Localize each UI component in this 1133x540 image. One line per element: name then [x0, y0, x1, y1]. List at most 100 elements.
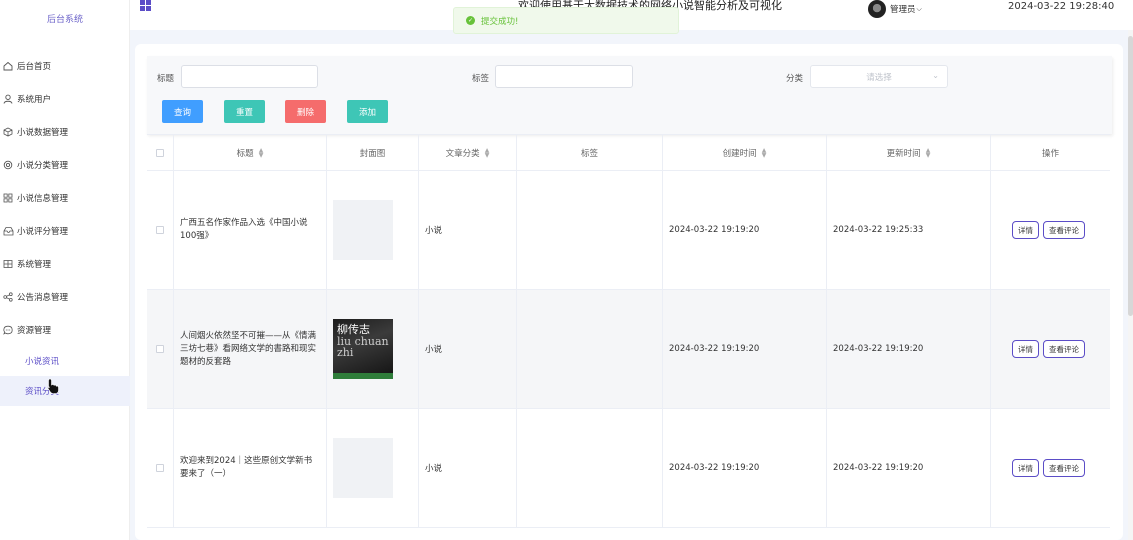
- sidebar-subitem-label: 小说资讯: [25, 357, 60, 367]
- user-name: 管理员: [890, 5, 916, 15]
- sidebar-item-label: 系统管理: [17, 259, 52, 270]
- sidebar-subitem-news-category[interactable]: 资讯分类: [0, 376, 130, 406]
- sidebar-item-system[interactable]: 系统管理: [0, 247, 130, 280]
- sidebar-item-label: 后台首页: [17, 61, 52, 72]
- column-header-title[interactable]: 标题 ▲ ▼: [174, 135, 327, 170]
- sort-icon[interactable]: ▲ ▼: [259, 147, 264, 158]
- sidebar-item-novel-info[interactable]: 小说信息管理: [0, 181, 130, 214]
- row-checkbox[interactable]: [156, 464, 164, 472]
- category-select-placeholder: 请选择: [866, 72, 892, 83]
- table-row[interactable]: 欢迎来到2024｜这些原创文学新书要来了（一） 小说 2024-03-22 19…: [147, 409, 1110, 528]
- app-root: 后台系统 后台首页 系统用户 小说数据管理 小说分类管理 小说信息管理 小说评分…: [0, 0, 1133, 540]
- cube-icon: [2, 126, 14, 138]
- page-scrollbar[interactable]: [1128, 30, 1133, 540]
- table-row[interactable]: 人间烟火依然坚不可摧——从《情满三坊七巷》看网络文学的書路和现实题材的反套路 柳…: [147, 290, 1110, 409]
- cover-image-placeholder: [333, 438, 393, 498]
- column-header-updated[interactable]: 更新时间 ▲ ▼: [827, 135, 991, 170]
- tag-filter-input[interactable]: [495, 65, 633, 88]
- cover-latin-text: liu chuan zhi: [337, 335, 389, 359]
- user-menu[interactable]: 管理员 ⌵: [868, 0, 922, 18]
- column-header-label: 更新时间: [886, 148, 921, 159]
- avatar: [868, 0, 886, 18]
- sidebar: 后台系统 后台首页 系统用户 小说数据管理 小说分类管理 小说信息管理 小说评分…: [0, 0, 130, 540]
- detail-button[interactable]: 详情: [1012, 221, 1039, 239]
- menu-toggle-icon[interactable]: [140, 0, 151, 11]
- column-header-cover: 封面图: [327, 135, 419, 170]
- sidebar-item-novel-rating[interactable]: 小说评分管理: [0, 214, 130, 247]
- row-actions: 详情 查看评论: [991, 409, 1110, 527]
- row-updated: 2024-03-22 19:19:20: [827, 409, 991, 527]
- sidebar-item-label: 小说评分管理: [17, 226, 69, 237]
- cover-image: 柳传志 liu chuan zhi: [333, 319, 393, 379]
- select-all-checkbox[interactable]: [156, 148, 164, 157]
- scrollbar-thumb[interactable]: [1128, 36, 1133, 316]
- sidebar-menu: 后台首页 系统用户 小说数据管理 小说分类管理 小说信息管理 小说评分管理 系统…: [0, 49, 130, 406]
- table-row[interactable]: 广西五名作家作品入选《中国小说100强》 小说 2024-03-22 19:19…: [147, 171, 1110, 290]
- inbox-icon: [2, 225, 14, 237]
- row-select-cell: [147, 290, 174, 408]
- view-comments-button[interactable]: 查看评论: [1043, 221, 1085, 239]
- sort-icon[interactable]: ▲ ▼: [485, 147, 490, 158]
- sidebar-item-label: 公告消息管理: [17, 292, 69, 303]
- row-created: 2024-03-22 19:19:20: [663, 171, 827, 289]
- column-header-label: 操作: [1041, 148, 1059, 159]
- row-updated: 2024-03-22 19:19:20: [827, 290, 991, 408]
- grid-table-icon: [2, 258, 14, 270]
- row-tags: [517, 171, 663, 289]
- sidebar-item-notice[interactable]: 公告消息管理: [0, 280, 130, 313]
- column-header-created[interactable]: 创建时间 ▲ ▼: [663, 135, 827, 170]
- tag-filter-label: 标签: [472, 74, 490, 84]
- apps-icon: [2, 192, 14, 204]
- sidebar-item-novel-data[interactable]: 小说数据管理: [0, 115, 130, 148]
- add-button[interactable]: 添加: [347, 100, 388, 123]
- sort-icon[interactable]: ▲ ▼: [926, 147, 931, 158]
- check-circle-icon: ✓: [466, 16, 475, 25]
- sidebar-item-novel-category[interactable]: 小说分类管理: [0, 148, 130, 181]
- toast-message: 提交成功!: [481, 16, 519, 27]
- home-icon: [2, 60, 14, 72]
- brand-title: 后台系统: [46, 15, 83, 25]
- target-icon: [2, 159, 14, 171]
- sort-icon[interactable]: ▲ ▼: [762, 147, 767, 158]
- row-title: 广西五名作家作品入选《中国小说100强》: [174, 171, 327, 289]
- column-header-category[interactable]: 文章分类 ▲ ▼: [419, 135, 517, 170]
- query-button[interactable]: 查询: [162, 100, 203, 123]
- detail-button[interactable]: 详情: [1012, 340, 1039, 358]
- row-category: 小说: [419, 409, 517, 527]
- sidebar-item-label: 小说分类管理: [17, 160, 69, 171]
- share-icon: [2, 291, 14, 303]
- row-title: 欢迎来到2024｜这些原创文学新书要来了（一）: [174, 409, 327, 527]
- reset-button[interactable]: 重置: [224, 100, 265, 123]
- column-header-label: 封面图: [359, 148, 386, 159]
- delete-button[interactable]: 删除: [285, 100, 326, 123]
- sidebar-item-users[interactable]: 系统用户: [0, 82, 130, 115]
- hand-cursor-icon: [47, 378, 59, 394]
- column-header-actions: 操作: [991, 135, 1110, 170]
- title-filter-input[interactable]: [181, 65, 318, 88]
- sidebar-subitem-novel-news[interactable]: 小说资讯: [0, 346, 130, 376]
- view-comments-button[interactable]: 查看评论: [1043, 340, 1085, 358]
- select-all-cell: [147, 135, 174, 170]
- sidebar-item-resources[interactable]: 资源管理: [0, 313, 130, 346]
- category-filter-label: 分类: [786, 74, 804, 84]
- row-select-cell: [147, 171, 174, 289]
- chat-icon: [2, 324, 14, 336]
- column-header-label: 标题: [236, 148, 254, 159]
- cover-band: [333, 373, 393, 379]
- chevron-down-icon: ⌄: [932, 71, 939, 80]
- row-updated: 2024-03-22 19:25:33: [827, 171, 991, 289]
- detail-button[interactable]: 详情: [1012, 459, 1039, 477]
- sidebar-item-label: 小说信息管理: [17, 193, 69, 204]
- column-header-tags: 标签: [517, 135, 663, 170]
- column-header-label: 文章分类: [445, 148, 480, 159]
- row-actions: 详情 查看评论: [991, 171, 1110, 289]
- category-filter-select[interactable]: 请选择 ⌄: [810, 65, 948, 88]
- success-toast: ✓ 提交成功!: [453, 7, 679, 34]
- cover-image-placeholder: [333, 200, 393, 260]
- sidebar-item-label: 系统用户: [17, 94, 52, 105]
- sidebar-item-home[interactable]: 后台首页: [0, 49, 130, 82]
- row-checkbox[interactable]: [156, 226, 164, 234]
- table-header: 标题 ▲ ▼ 封面图 文章分类 ▲ ▼ 标签 创建时间 ▲ ▼ 更新时间 ▲ ▼ 操作: [147, 134, 1110, 171]
- row-checkbox[interactable]: [156, 345, 164, 353]
- view-comments-button[interactable]: 查看评论: [1043, 459, 1085, 477]
